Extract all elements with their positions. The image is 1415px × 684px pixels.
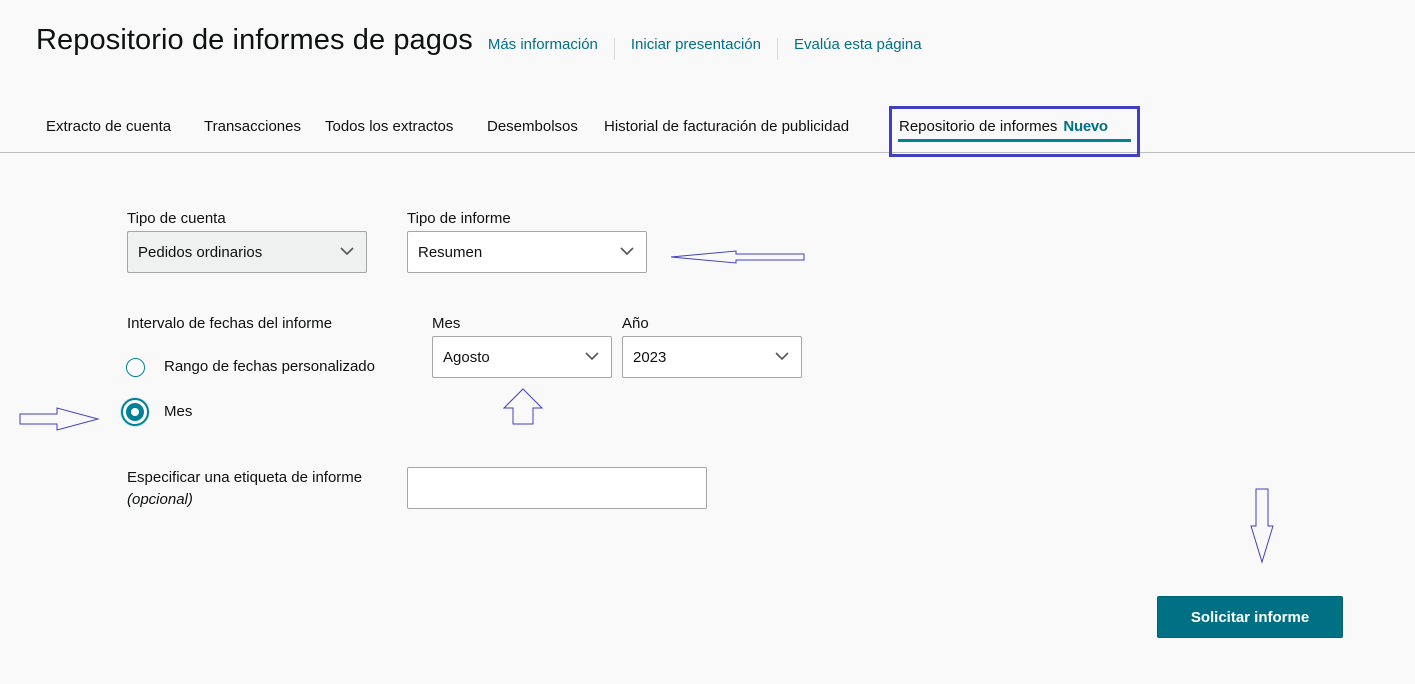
rate-page-link[interactable]: Evalúa esta página xyxy=(794,36,922,53)
month-select[interactable]: Agosto xyxy=(432,336,612,378)
month-radio[interactable] xyxy=(121,398,149,426)
new-badge: Nuevo xyxy=(1063,118,1108,135)
annotation-arrow-left-icon xyxy=(670,250,805,264)
annotation-arrow-up-icon xyxy=(502,388,544,425)
active-tab-indicator xyxy=(898,139,1131,142)
account-type-value: Pedidos ordinarios xyxy=(138,243,263,261)
month-option-label[interactable]: Mes xyxy=(164,403,192,420)
page-header: Repositorio de informes de pagos Más inf… xyxy=(36,24,922,60)
header-divider xyxy=(613,37,615,60)
start-presentation-link[interactable]: Iniciar presentación xyxy=(631,36,761,53)
report-type-value: Resumen xyxy=(418,243,483,261)
chevron-down-icon xyxy=(585,352,599,361)
report-tag-label: Especificar una etiqueta de informe xyxy=(127,469,363,486)
report-type-select[interactable]: Resumen xyxy=(407,231,647,273)
year-label: Año xyxy=(622,315,649,332)
header-links: Más información Iniciar presentación Eva… xyxy=(488,34,922,60)
custom-range-label[interactable]: Rango de fechas personalizado xyxy=(164,358,375,375)
date-range-label: Intervalo de fechas del informe xyxy=(127,315,333,332)
header-divider xyxy=(776,37,778,60)
month-value: Agosto xyxy=(443,348,490,366)
request-report-button[interactable]: Solicitar informe xyxy=(1157,596,1343,638)
chevron-down-icon xyxy=(775,352,789,361)
chevron-down-icon xyxy=(340,247,354,256)
tab-report-repository[interactable]: Repositorio de informes Nuevo xyxy=(899,118,1108,135)
tab-transactions[interactable]: Transacciones xyxy=(204,118,301,135)
report-type-label: Tipo de informe xyxy=(407,210,511,227)
tab-bar: Extracto de cuenta Transacciones Todos l… xyxy=(0,104,1415,157)
tab-disbursements[interactable]: Desembolsos xyxy=(487,118,578,135)
page-title: Repositorio de informes de pagos xyxy=(36,24,473,56)
tab-advertising-billing-history[interactable]: Historial de facturación de publicidad xyxy=(604,118,849,135)
more-info-link[interactable]: Más información xyxy=(488,36,598,53)
annotation-arrow-right-icon xyxy=(19,407,100,431)
report-tag-input[interactable] xyxy=(407,467,707,509)
tab-report-repository-label: Repositorio de informes xyxy=(899,118,1058,135)
account-type-select[interactable]: Pedidos ordinarios xyxy=(127,231,367,273)
radio-selected-dot xyxy=(126,403,144,421)
year-select[interactable]: 2023 xyxy=(622,336,802,378)
account-type-label: Tipo de cuenta xyxy=(127,210,226,227)
chevron-down-icon xyxy=(620,247,634,256)
custom-range-radio[interactable] xyxy=(126,358,145,377)
tab-all-statements[interactable]: Todos los extractos xyxy=(325,118,453,135)
report-tag-optional-label: (opcional) xyxy=(127,491,193,508)
annotation-arrow-down-icon xyxy=(1250,488,1274,564)
tab-account-statement[interactable]: Extracto de cuenta xyxy=(46,118,171,135)
month-label: Mes xyxy=(432,315,461,332)
year-value: 2023 xyxy=(633,348,667,366)
